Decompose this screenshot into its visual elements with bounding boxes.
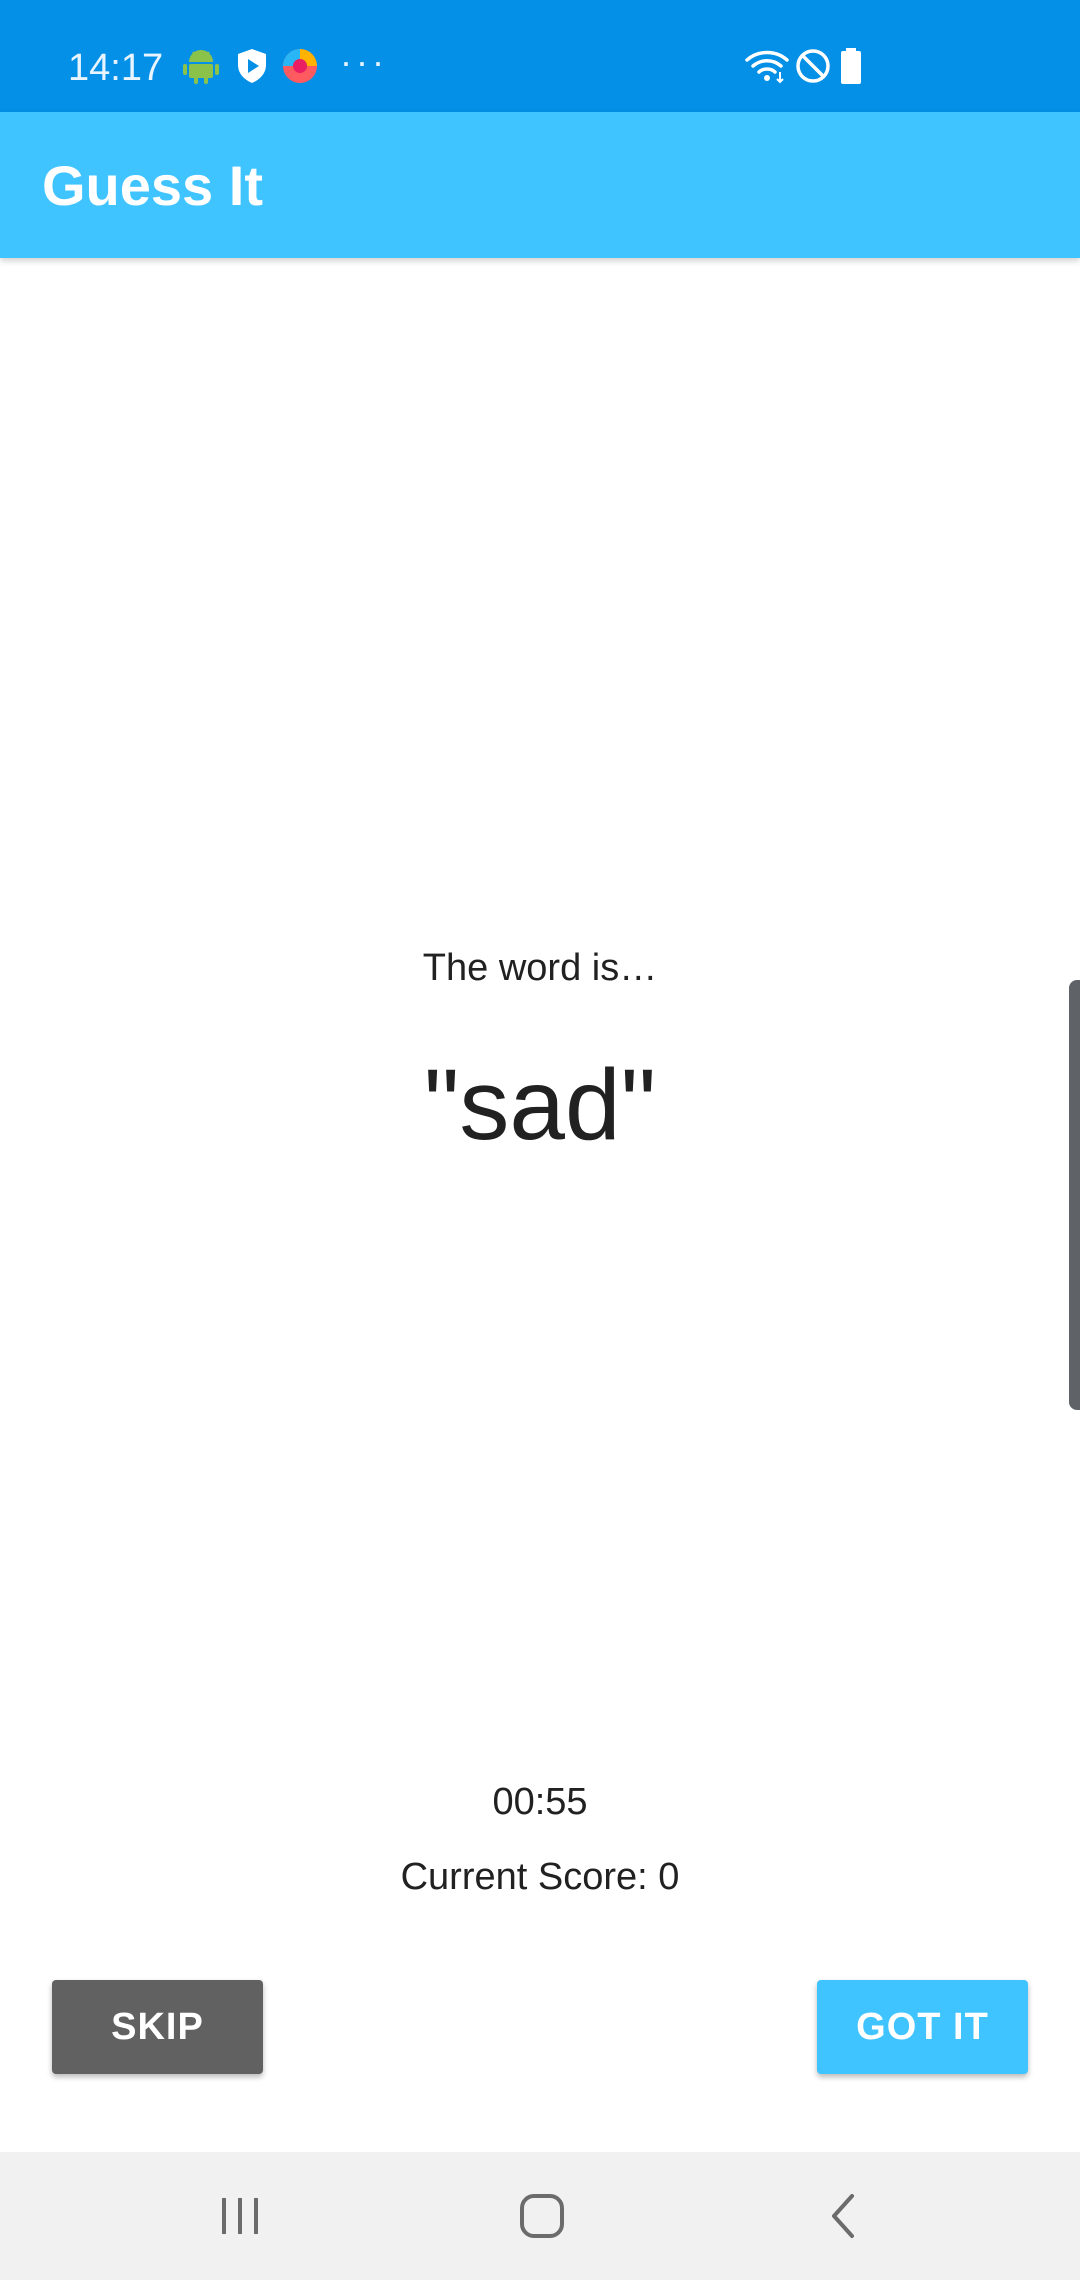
timer-text: 00:55 xyxy=(492,1781,588,1823)
edge-panel-handle[interactable] xyxy=(1069,980,1080,1410)
home-icon[interactable] xyxy=(502,2182,582,2250)
wifi-icon xyxy=(745,50,789,84)
recent-apps-icon[interactable] xyxy=(200,2182,280,2250)
app-bar: Guess It xyxy=(0,112,1080,258)
browser-icon xyxy=(283,49,317,83)
word-intro-text: The word is… xyxy=(422,947,658,989)
app-title: Guess It xyxy=(42,154,263,217)
back-icon[interactable] xyxy=(804,2182,884,2250)
status-bar: 14:17 ··· xyxy=(0,0,1080,112)
status-overflow-dots: ··· xyxy=(340,41,388,82)
shield-play-icon xyxy=(238,49,266,83)
current-score: Current Score: 0 xyxy=(400,1856,680,1898)
navigation-bar xyxy=(0,2152,1080,2280)
got-it-button[interactable]: GOT IT xyxy=(817,1980,1028,2074)
current-word: "sad" xyxy=(423,1049,657,1161)
status-time: 14:17 xyxy=(68,47,164,89)
do-not-disturb-icon xyxy=(796,49,830,83)
skip-button[interactable]: SKIP xyxy=(52,1980,263,2074)
battery-icon xyxy=(841,48,861,84)
android-icon xyxy=(183,50,219,84)
